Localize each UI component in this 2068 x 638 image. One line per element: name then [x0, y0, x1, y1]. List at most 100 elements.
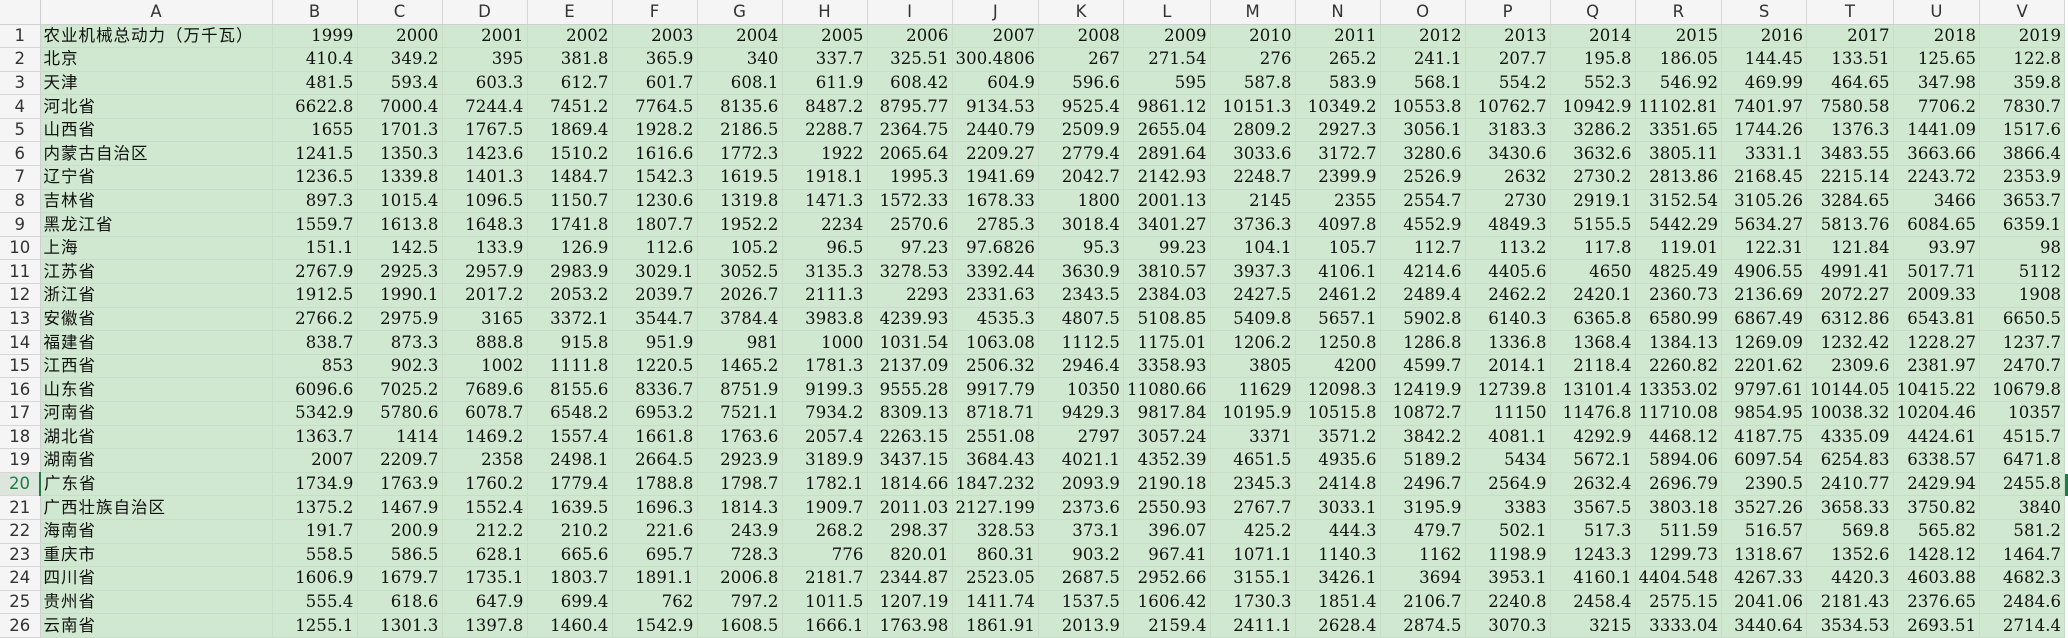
- cell-value[interactable]: 2248.7: [1210, 165, 1296, 190]
- cell-value[interactable]: 1908: [1979, 283, 2066, 308]
- cell-value[interactable]: 1782.1: [782, 472, 868, 497]
- cell-value[interactable]: 3057.24: [1123, 425, 1211, 450]
- cell-value[interactable]: 4335.09: [1806, 425, 1894, 450]
- cell-value[interactable]: 2344.87: [867, 566, 953, 591]
- cell-value[interactable]: 1236.5: [272, 165, 358, 190]
- cell-value[interactable]: 1063.08: [952, 330, 1040, 355]
- cell-value[interactable]: 5155.5: [1550, 212, 1636, 237]
- cell-value[interactable]: 699.4: [527, 590, 613, 615]
- cell-value[interactable]: 8487.2: [782, 94, 868, 119]
- cell-value[interactable]: 1995.3: [867, 165, 953, 190]
- cell-value[interactable]: 3983.8: [782, 307, 868, 332]
- cell-value[interactable]: 10038.32: [1806, 401, 1894, 426]
- cell-value[interactable]: 1807.7: [612, 212, 698, 237]
- cell-region[interactable]: 海南省: [40, 519, 273, 544]
- cell-value[interactable]: 99.23: [1123, 236, 1211, 261]
- cell-value[interactable]: 1397.8: [442, 613, 528, 638]
- cell-region[interactable]: 广东省: [40, 472, 273, 497]
- cell-value[interactable]: 4420.3: [1806, 566, 1894, 591]
- cell-value[interactable]: 3840: [1979, 495, 2066, 520]
- cell-value[interactable]: 2785.3: [952, 212, 1040, 237]
- cell-value[interactable]: 1990.1: [357, 283, 443, 308]
- cell-year[interactable]: 2005: [782, 24, 868, 49]
- cell-value[interactable]: 2470.7: [1979, 354, 2066, 379]
- cell-value[interactable]: 8751.9: [697, 377, 783, 402]
- cell-value[interactable]: 581.2: [1979, 519, 2066, 544]
- cell-value[interactable]: 2017.2: [442, 283, 528, 308]
- cell-value[interactable]: 3663.66: [1893, 141, 1981, 167]
- cell-value[interactable]: 7934.2: [782, 401, 868, 426]
- cell-value[interactable]: 1952.2: [697, 212, 783, 237]
- cell-value[interactable]: 10204.46: [1893, 401, 1981, 426]
- cell-value[interactable]: 6365.8: [1550, 307, 1636, 332]
- cell-value[interactable]: 347.98: [1893, 71, 1981, 96]
- cell-value[interactable]: 2628.4: [1295, 613, 1381, 638]
- cell-value[interactable]: 2462.2: [1465, 283, 1551, 308]
- cell-value[interactable]: 612.7: [527, 71, 613, 96]
- cell-value[interactable]: 105.2: [697, 236, 783, 261]
- cell-value[interactable]: 337.7: [782, 47, 868, 72]
- cell-value[interactable]: 10679.8: [1979, 377, 2066, 402]
- cell-value[interactable]: 133.9: [442, 236, 528, 261]
- cell-value[interactable]: 2496.7: [1380, 472, 1466, 497]
- cell-value[interactable]: 1696.3: [612, 495, 698, 520]
- row-header[interactable]: 21: [0, 495, 41, 520]
- cell-value[interactable]: 583.9: [1295, 71, 1381, 96]
- cell-value[interactable]: 2243.72: [1893, 165, 1981, 190]
- cell-value[interactable]: 2809.2: [1210, 118, 1296, 143]
- cell-year[interactable]: 2019: [1979, 24, 2066, 49]
- cell-value[interactable]: 2420.1: [1550, 283, 1636, 308]
- cell-value[interactable]: 604.9: [952, 71, 1040, 96]
- cell-value[interactable]: 1613.8: [357, 212, 443, 237]
- cell-value[interactable]: 2057.4: [782, 425, 868, 450]
- cell-value[interactable]: 1384.13: [1635, 330, 1723, 355]
- cell-value[interactable]: 546.92: [1635, 71, 1723, 96]
- cell-value[interactable]: 97.6826: [952, 236, 1040, 261]
- row-header[interactable]: 13: [0, 307, 41, 332]
- cell-value[interactable]: 3135.3: [782, 259, 868, 285]
- cell-value[interactable]: 3567.5: [1550, 495, 1636, 520]
- cell-value[interactable]: 1735.1: [442, 566, 528, 591]
- cell-value[interactable]: 2118.4: [1550, 354, 1636, 379]
- cell-value[interactable]: 191.7: [272, 519, 358, 544]
- cell-value[interactable]: 1207.19: [867, 590, 953, 615]
- cell-value[interactable]: 328.53: [952, 519, 1040, 544]
- cell-value[interactable]: 1760.2: [442, 472, 528, 497]
- cell-value[interactable]: 2766.2: [272, 307, 358, 332]
- cell-value[interactable]: 4239.93: [867, 307, 953, 332]
- cell-value[interactable]: 1918.1: [782, 165, 868, 190]
- cell-value[interactable]: 3426.1: [1295, 566, 1381, 591]
- cell-region[interactable]: 浙江省: [40, 283, 273, 308]
- cell-value[interactable]: 7000.4: [357, 94, 443, 119]
- cell-value[interactable]: 2042.7: [1038, 165, 1125, 190]
- cell-value[interactable]: 2952.66: [1123, 566, 1211, 591]
- row-header[interactable]: 7: [0, 165, 41, 190]
- cell-value[interactable]: 4535.3: [952, 307, 1040, 332]
- cell-value[interactable]: 298.37: [867, 519, 953, 544]
- cell-value[interactable]: 2215.14: [1806, 165, 1894, 190]
- cell-value[interactable]: 1414: [357, 425, 443, 450]
- cell-value[interactable]: 2111.3: [782, 283, 868, 308]
- cell-year[interactable]: 2007: [952, 24, 1040, 49]
- cell-value[interactable]: 6096.6: [272, 377, 358, 402]
- cell-value[interactable]: 221.6: [612, 519, 698, 544]
- cell-value[interactable]: 568.1: [1380, 71, 1466, 96]
- cell-value[interactable]: 6312.86: [1806, 307, 1894, 332]
- cell-value[interactable]: 3372.1: [527, 307, 613, 332]
- cell-value[interactable]: 897.3: [272, 189, 358, 214]
- cell-value[interactable]: 1112.5: [1038, 330, 1125, 355]
- row-header[interactable]: 17: [0, 401, 41, 426]
- cell-value[interactable]: 9134.53: [952, 94, 1040, 119]
- cell-region[interactable]: 吉林省: [40, 189, 273, 214]
- cell-value[interactable]: 3284.65: [1806, 189, 1894, 214]
- cell-value[interactable]: 2440.79: [952, 118, 1040, 143]
- cell-value[interactable]: 1350.3: [357, 141, 443, 167]
- cell-value[interactable]: 8135.6: [697, 94, 783, 119]
- cell-value[interactable]: 5672.1: [1550, 448, 1636, 473]
- cell-value[interactable]: 1679.7: [357, 566, 443, 591]
- cell-value[interactable]: 3189.9: [782, 448, 868, 473]
- cell-value[interactable]: 3401.27: [1123, 212, 1211, 237]
- cell-value[interactable]: 2891.64: [1123, 141, 1211, 167]
- cell-year[interactable]: 2008: [1038, 24, 1125, 49]
- cell-value[interactable]: 2461.2: [1295, 283, 1381, 308]
